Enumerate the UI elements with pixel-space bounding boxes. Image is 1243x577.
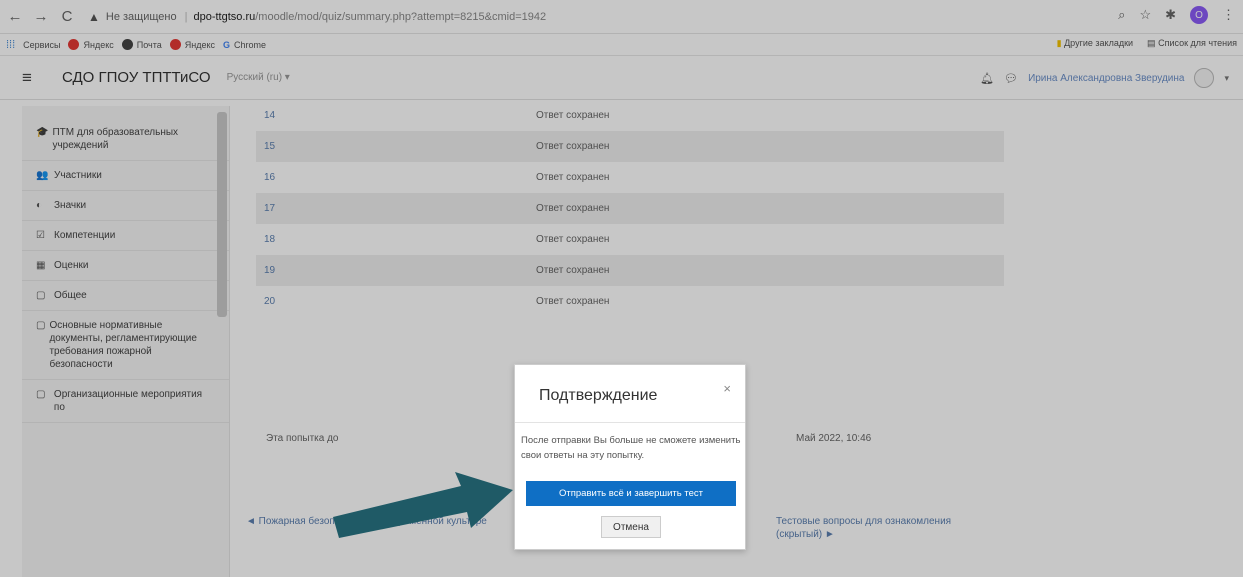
cancel-button[interactable]: Отмена — [601, 516, 661, 538]
submit-all-button[interactable]: Отправить всё и завершить тест — [526, 481, 736, 506]
annotation-arrow-icon — [333, 472, 513, 538]
dialog-message: После отправки Вы больше не сможете изме… — [521, 435, 741, 461]
close-icon[interactable]: × — [723, 381, 731, 396]
dialog-header: Подтверждение × — [515, 365, 745, 423]
confirm-dialog: Подтверждение × После отправки Вы больше… — [514, 364, 746, 550]
dialog-title: Подтверждение — [539, 387, 658, 404]
dialog-footer: Отправить всё и завершить тест Отмена — [515, 481, 747, 538]
